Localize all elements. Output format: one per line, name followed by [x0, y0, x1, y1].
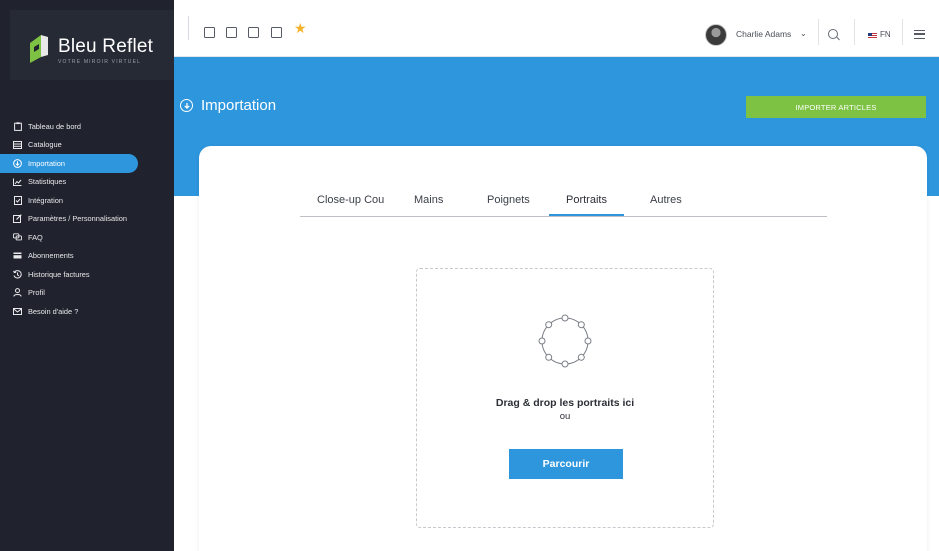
divider: [818, 19, 819, 45]
browse-button[interactable]: Parcourir: [509, 449, 623, 479]
brand-name: Bleu Reflet: [58, 36, 154, 57]
sidebar-item-abonnements[interactable]: Abonnements: [0, 247, 174, 266]
integration-icon: [13, 195, 22, 205]
mail-icon[interactable]: [226, 27, 237, 38]
clipboard-icon: [13, 122, 22, 131]
loading-spinner-icon: [538, 314, 592, 368]
card-icon: [13, 251, 22, 260]
import-icon: [180, 99, 193, 112]
top-bar: ★ Charlie Adams ⌄ FN: [174, 0, 939, 57]
sidebar-item-label: Importation: [28, 158, 65, 168]
divider: [188, 16, 189, 40]
dropzone-or: ou: [559, 411, 571, 422]
tab-close-up-cou[interactable]: Close-up Cou: [317, 194, 384, 206]
tab-autres[interactable]: Autres: [650, 194, 682, 206]
chat-icon: [13, 233, 22, 242]
sidebar-item-label: Profil: [28, 288, 45, 298]
contact-icon[interactable]: [248, 27, 259, 38]
tab-portraits[interactable]: Portraits: [566, 194, 607, 206]
user-name[interactable]: Charlie Adams: [736, 29, 791, 39]
sidebar-item-label: Abonnements: [28, 251, 74, 261]
sidebar-item-besoin-aide[interactable]: Besoin d'aide ?: [0, 302, 174, 321]
sidebar-item-tableau-de-bord[interactable]: Tableau de bord: [0, 117, 174, 136]
history-icon: [13, 269, 22, 279]
logo-icon: [30, 35, 48, 63]
sidebar-item-label: FAQ: [28, 232, 43, 242]
import-articles-button[interactable]: IMPORTER ARTICLES: [746, 96, 926, 118]
sidebar-item-label: Catalogue: [28, 140, 62, 150]
edit-icon: [13, 214, 22, 224]
tab-poignets[interactable]: Poignets: [487, 194, 530, 206]
calendar-icon[interactable]: [204, 27, 215, 38]
flag-icon[interactable]: [868, 33, 877, 39]
sidebar-item-historique-factures[interactable]: Historique factures: [0, 265, 174, 284]
avatar[interactable]: [705, 24, 727, 46]
tab-mains[interactable]: Mains: [414, 194, 443, 206]
chart-icon: [13, 177, 22, 186]
sidebar-item-faq[interactable]: FAQ: [0, 228, 174, 247]
page-header: Importation: [180, 97, 276, 114]
sidebar-item-importation[interactable]: Importation: [0, 154, 138, 173]
sidebar-item-catalogue[interactable]: Catalogue: [0, 136, 174, 155]
checkbox-icon[interactable]: [271, 27, 282, 38]
sidebar-item-integration[interactable]: Intégration: [0, 191, 174, 210]
sidebar-item-label: Paramètres / Personnalisation: [28, 214, 128, 224]
brand[interactable]: Bleu Reflet VOTRE MIROIR VIRTUEL: [10, 10, 174, 80]
sidebar-item-label: Besoin d'aide ?: [28, 306, 79, 316]
dropzone-title: Drag & drop les portraits ici: [495, 397, 635, 409]
mail-icon: [13, 307, 22, 316]
sidebar-nav: Tableau de bord Catalogue Importation St…: [0, 117, 174, 321]
divider: [854, 19, 855, 45]
chevron-down-icon[interactable]: ⌄: [800, 29, 807, 38]
page-title: Importation: [201, 97, 277, 114]
sidebar-item-label: Tableau de bord: [28, 121, 82, 131]
menu-icon[interactable]: [914, 30, 925, 39]
search-icon[interactable]: [828, 29, 838, 39]
sidebar-item-profil[interactable]: Profil: [0, 284, 174, 303]
import-icon: [13, 158, 22, 168]
user-icon: [13, 288, 22, 297]
sidebar-item-statistiques[interactable]: Statistiques: [0, 173, 174, 192]
star-icon[interactable]: ★: [294, 21, 307, 35]
divider: [902, 19, 903, 45]
active-tab-indicator: [549, 214, 624, 216]
sidebar-item-parametres[interactable]: Paramètres / Personnalisation: [0, 210, 174, 229]
catalog-icon: [13, 140, 22, 149]
sidebar: Bleu Reflet VOTRE MIROIR VIRTUEL Tableau…: [0, 0, 174, 551]
brand-tagline: VOTRE MIROIR VIRTUEL: [58, 59, 142, 65]
language-selector[interactable]: FN: [880, 30, 891, 39]
sidebar-item-label: Intégration: [28, 195, 63, 205]
sidebar-item-label: Statistiques: [28, 177, 67, 187]
sidebar-item-label: Historique factures: [28, 269, 90, 279]
